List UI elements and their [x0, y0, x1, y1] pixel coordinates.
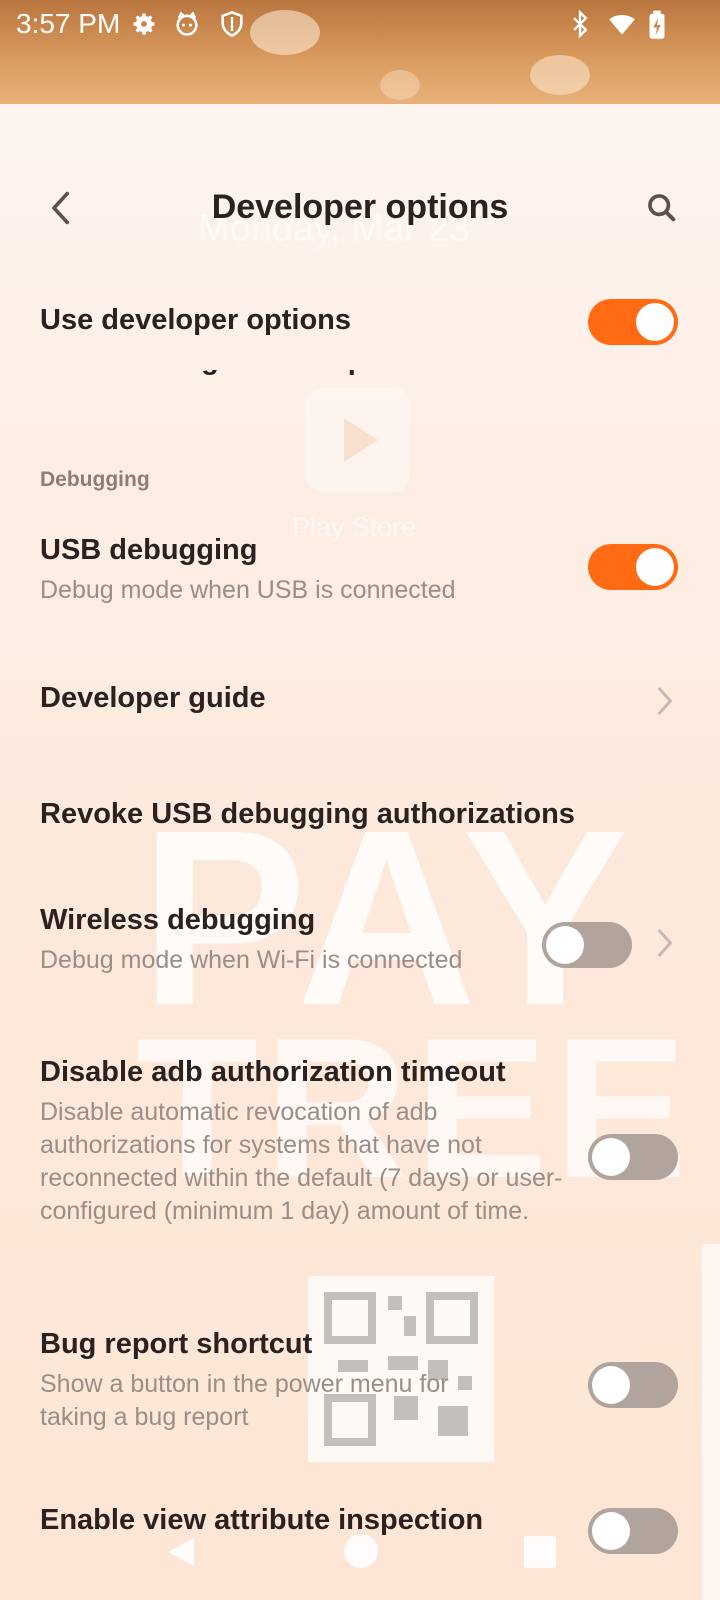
developer-guide-row[interactable]: Developer guide [0, 660, 720, 740]
bug-report-shortcut-title: Bug report shortcut [40, 1328, 313, 1360]
status-bar: 3:57 PM [0, 0, 720, 104]
home-circle-icon[interactable] [344, 1534, 378, 1568]
disable-adb-timeout-row[interactable]: Disable adb authorization timeout Disabl… [0, 1036, 720, 1266]
usb-debugging-title: USB debugging [40, 534, 258, 566]
usb-debugging-switch[interactable] [588, 544, 678, 590]
chevron-right-icon [658, 687, 672, 715]
disable-adb-timeout-title: Disable adb authorization timeout [40, 1056, 506, 1088]
status-time: 3:57 PM [16, 8, 121, 39]
disable-adb-timeout-summary: Disable automatic revocation of adb auth… [40, 1098, 563, 1225]
use-developer-options-label: Use developer options [40, 304, 352, 336]
bluetooth-icon [566, 9, 594, 39]
switch-knob [636, 303, 674, 341]
developer-guide-title: Developer guide [40, 682, 266, 714]
wifi-icon [608, 10, 636, 38]
switch-knob [592, 1512, 630, 1550]
search-button[interactable] [634, 180, 690, 236]
chevron-right-icon [658, 929, 672, 957]
recents-square-icon[interactable] [524, 1536, 556, 1568]
back-triangle-icon[interactable] [162, 1534, 198, 1570]
wireless-debugging-row[interactable]: Wireless debugging Debug mode when Wi-Fi… [0, 890, 720, 990]
cat-face-icon [173, 10, 201, 38]
wireless-debugging-title: Wireless debugging [40, 904, 316, 936]
bug-report-shortcut-switch[interactable] [588, 1362, 678, 1408]
revoke-usb-authorizations-title: Revoke USB debugging authorizations [40, 798, 575, 830]
wallpaper-light-glow [530, 55, 590, 95]
shield-icon [218, 10, 246, 38]
disable-adb-timeout-switch[interactable] [588, 1134, 678, 1180]
switch-knob [636, 548, 674, 586]
view-attribute-inspection-switch[interactable] [588, 1508, 678, 1554]
wireless-debugging-switch[interactable] [542, 922, 632, 968]
switch-knob [546, 926, 584, 964]
revoke-usb-authorizations-row[interactable]: Revoke USB debugging authorizations [0, 776, 720, 856]
usb-debugging-summary: Debug mode when USB is connected [40, 576, 456, 604]
use-developer-options-row[interactable]: Use developer options [0, 280, 720, 364]
section-header-debugging: Debugging [40, 468, 150, 491]
bug-report-shortcut-row[interactable]: Bug report shortcut Show a button in the… [0, 1306, 720, 1436]
bug-report-shortcut-summary: Show a button in the power menu for taki… [40, 1370, 449, 1431]
view-attribute-inspection-title: Enable view attribute inspection [40, 1504, 484, 1536]
search-icon [648, 194, 676, 222]
usb-debugging-row[interactable]: USB debugging Debug mode when USB is con… [0, 520, 720, 620]
wallpaper-light-glow [250, 10, 320, 55]
wallpaper-light-glow [380, 70, 420, 100]
switch-knob [592, 1138, 630, 1176]
use-developer-options-switch[interactable] [588, 299, 678, 345]
battery-charging-icon [646, 10, 674, 39]
gear-icon [130, 10, 158, 38]
wireless-debugging-summary: Debug mode when Wi-Fi is connected [40, 946, 463, 974]
play-store-ghost-icon [306, 388, 410, 492]
switch-knob [592, 1366, 630, 1404]
clipped-row-remnant: . g p [40, 370, 400, 378]
page-title: Developer options [211, 188, 509, 226]
